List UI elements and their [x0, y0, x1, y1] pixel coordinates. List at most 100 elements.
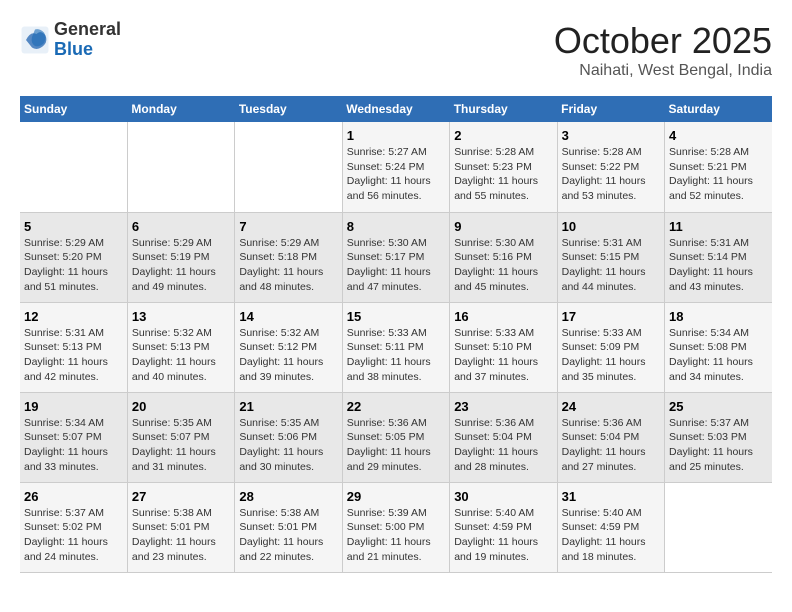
day-info: Sunrise: 5:31 AMSunset: 5:15 PMDaylight:… [562, 236, 660, 295]
day-number: 26 [24, 489, 123, 504]
day-number: 3 [562, 128, 660, 143]
calendar-subtitle: Naihati, West Bengal, India [554, 62, 772, 80]
day-number: 18 [669, 309, 768, 324]
day-info: Sunrise: 5:34 AMSunset: 5:08 PMDaylight:… [669, 326, 768, 385]
day-info: Sunrise: 5:30 AMSunset: 5:17 PMDaylight:… [347, 236, 445, 295]
day-info: Sunrise: 5:37 AMSunset: 5:02 PMDaylight:… [24, 506, 123, 565]
day-info: Sunrise: 5:38 AMSunset: 5:01 PMDaylight:… [132, 506, 230, 565]
calendar-cell: 14 Sunrise: 5:32 AMSunset: 5:12 PMDayligh… [235, 302, 342, 392]
day-info: Sunrise: 5:29 AMSunset: 5:19 PMDaylight:… [132, 236, 230, 295]
day-info: Sunrise: 5:39 AMSunset: 5:00 PMDaylight:… [347, 506, 445, 565]
calendar-week-4: 19 Sunrise: 5:34 AMSunset: 5:07 PMDayligh… [20, 392, 772, 482]
day-number: 11 [669, 219, 768, 234]
calendar-body: 1Sunrise: 5:27 AMSunset: 5:24 PMDaylight… [20, 122, 772, 572]
header-saturday: Saturday [665, 96, 772, 122]
calendar-cell: 11 Sunrise: 5:31 AMSunset: 5:14 PMDayligh… [665, 212, 772, 302]
day-info: Sunrise: 5:28 AMSunset: 5:21 PMDaylight:… [669, 145, 768, 204]
day-number: 30 [454, 489, 552, 504]
day-info: Sunrise: 5:37 AMSunset: 5:03 PMDaylight:… [669, 416, 768, 475]
calendar-cell [20, 122, 127, 212]
calendar-cell: 16 Sunrise: 5:33 AMSunset: 5:10 PMDayligh… [450, 302, 557, 392]
day-info: Sunrise: 5:36 AMSunset: 5:05 PMDaylight:… [347, 416, 445, 475]
day-info: Sunrise: 5:31 AMSunset: 5:13 PMDaylight:… [24, 326, 123, 385]
calendar-cell: 6 Sunrise: 5:29 AMSunset: 5:19 PMDaylight… [127, 212, 234, 302]
calendar-cell: 8 Sunrise: 5:30 AMSunset: 5:17 PMDaylight… [342, 212, 449, 302]
calendar-cell [127, 122, 234, 212]
day-info: Sunrise: 5:38 AMSunset: 5:01 PMDaylight:… [239, 506, 337, 565]
calendar-cell: 2Sunrise: 5:28 AMSunset: 5:23 PMDaylight… [450, 122, 557, 212]
day-info: Sunrise: 5:28 AMSunset: 5:22 PMDaylight:… [562, 145, 660, 204]
day-number: 8 [347, 219, 445, 234]
day-number: 16 [454, 309, 552, 324]
calendar-cell: 24Sunrise: 5:36 AMSunset: 5:04 PMDayligh… [557, 392, 664, 482]
day-number: 6 [132, 219, 230, 234]
calendar-cell: 21 Sunrise: 5:35 AMSunset: 5:06 PMDayligh… [235, 392, 342, 482]
logo: General Blue [20, 20, 121, 60]
header: General Blue October 2025 Naihati, West … [20, 20, 772, 80]
day-number: 1 [347, 128, 445, 143]
day-info: Sunrise: 5:33 AMSunset: 5:09 PMDaylight:… [562, 326, 660, 385]
day-info: Sunrise: 5:35 AMSunset: 5:07 PMDaylight:… [132, 416, 230, 475]
calendar-cell [665, 482, 772, 572]
calendar-cell: 12Sunrise: 5:31 AMSunset: 5:13 PMDayligh… [20, 302, 127, 392]
calendar-cell: 10 Sunrise: 5:31 AMSunset: 5:15 PMDayligh… [557, 212, 664, 302]
day-number: 25 [669, 399, 768, 414]
logo-blue-text: Blue [54, 40, 121, 60]
day-info: Sunrise: 5:40 AMSunset: 4:59 PMDaylight:… [562, 506, 660, 565]
header-wednesday: Wednesday [342, 96, 449, 122]
calendar-header: Sunday Monday Tuesday Wednesday Thursday… [20, 96, 772, 122]
day-number: 4 [669, 128, 768, 143]
calendar-cell: 22 Sunrise: 5:36 AMSunset: 5:05 PMDayligh… [342, 392, 449, 482]
calendar-cell: 27Sunrise: 5:38 AMSunset: 5:01 PMDayligh… [127, 482, 234, 572]
day-number: 22 [347, 399, 445, 414]
header-thursday: Thursday [450, 96, 557, 122]
day-number: 14 [239, 309, 337, 324]
day-number: 7 [239, 219, 337, 234]
calendar-title: October 2025 [554, 20, 772, 62]
calendar-cell: 30 Sunrise: 5:40 AMSunset: 4:59 PMDayligh… [450, 482, 557, 572]
day-info: Sunrise: 5:29 AMSunset: 5:20 PMDaylight:… [24, 236, 123, 295]
calendar-cell: 18 Sunrise: 5:34 AMSunset: 5:08 PMDayligh… [665, 302, 772, 392]
day-info: Sunrise: 5:33 AMSunset: 5:10 PMDaylight:… [454, 326, 552, 385]
calendar-cell: 4 Sunrise: 5:28 AMSunset: 5:21 PMDaylight… [665, 122, 772, 212]
calendar-cell: 19 Sunrise: 5:34 AMSunset: 5:07 PMDayligh… [20, 392, 127, 482]
day-info: Sunrise: 5:35 AMSunset: 5:06 PMDaylight:… [239, 416, 337, 475]
day-number: 23 [454, 399, 552, 414]
day-number: 9 [454, 219, 552, 234]
logo-text: General Blue [54, 20, 121, 60]
header-friday: Friday [557, 96, 664, 122]
calendar-week-1: 1Sunrise: 5:27 AMSunset: 5:24 PMDaylight… [20, 122, 772, 212]
calendar-cell: 31Sunrise: 5:40 AMSunset: 4:59 PMDayligh… [557, 482, 664, 572]
calendar-cell: 29Sunrise: 5:39 AMSunset: 5:00 PMDayligh… [342, 482, 449, 572]
day-number: 24 [562, 399, 660, 414]
day-info: Sunrise: 5:40 AMSunset: 4:59 PMDaylight:… [454, 506, 552, 565]
logo-general-text: General [54, 20, 121, 40]
day-number: 17 [562, 309, 660, 324]
calendar-cell: 26 Sunrise: 5:37 AMSunset: 5:02 PMDayligh… [20, 482, 127, 572]
calendar-cell: 23Sunrise: 5:36 AMSunset: 5:04 PMDayligh… [450, 392, 557, 482]
day-number: 19 [24, 399, 123, 414]
calendar-cell: 1Sunrise: 5:27 AMSunset: 5:24 PMDaylight… [342, 122, 449, 212]
title-area: October 2025 Naihati, West Bengal, India [554, 20, 772, 80]
day-info: Sunrise: 5:32 AMSunset: 5:13 PMDaylight:… [132, 326, 230, 385]
calendar-week-2: 5Sunrise: 5:29 AMSunset: 5:20 PMDaylight… [20, 212, 772, 302]
calendar-cell: 7 Sunrise: 5:29 AMSunset: 5:18 PMDaylight… [235, 212, 342, 302]
day-number: 21 [239, 399, 337, 414]
calendar-cell: 25 Sunrise: 5:37 AMSunset: 5:03 PMDayligh… [665, 392, 772, 482]
header-tuesday: Tuesday [235, 96, 342, 122]
day-number: 2 [454, 128, 552, 143]
day-number: 28 [239, 489, 337, 504]
calendar-table: Sunday Monday Tuesday Wednesday Thursday… [20, 96, 772, 573]
calendar-cell: 20Sunrise: 5:35 AMSunset: 5:07 PMDayligh… [127, 392, 234, 482]
day-info: Sunrise: 5:32 AMSunset: 5:12 PMDaylight:… [239, 326, 337, 385]
day-number: 15 [347, 309, 445, 324]
day-info: Sunrise: 5:31 AMSunset: 5:14 PMDaylight:… [669, 236, 768, 295]
day-info: Sunrise: 5:34 AMSunset: 5:07 PMDaylight:… [24, 416, 123, 475]
header-row: Sunday Monday Tuesday Wednesday Thursday… [20, 96, 772, 122]
day-info: Sunrise: 5:33 AMSunset: 5:11 PMDaylight:… [347, 326, 445, 385]
day-number: 10 [562, 219, 660, 234]
header-monday: Monday [127, 96, 234, 122]
calendar-cell: 15 Sunrise: 5:33 AMSunset: 5:11 PMDayligh… [342, 302, 449, 392]
calendar-cell: 17 Sunrise: 5:33 AMSunset: 5:09 PMDayligh… [557, 302, 664, 392]
day-info: Sunrise: 5:29 AMSunset: 5:18 PMDaylight:… [239, 236, 337, 295]
